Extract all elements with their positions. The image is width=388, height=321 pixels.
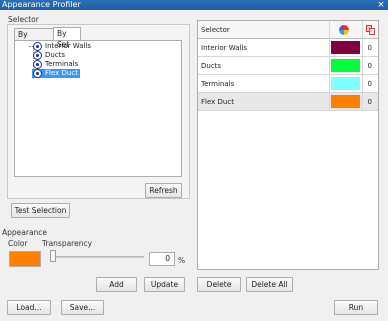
- window-title: Appearance Profiler: [2, 0, 81, 9]
- color-label: Color: [8, 239, 28, 248]
- row-color-swatch[interactable]: [331, 95, 360, 108]
- row-color-swatch[interactable]: [331, 41, 360, 54]
- tab-by-property[interactable]: By Property: [14, 28, 54, 50]
- column-divider: [362, 39, 363, 57]
- selection-set-icon: [33, 42, 42, 51]
- column-divider: [329, 57, 330, 75]
- grid-row-name: Interior Walls: [201, 44, 248, 52]
- column-divider: [362, 93, 363, 111]
- row-transparency-value: 0: [367, 80, 372, 88]
- grid-row-terminals[interactable]: Terminals 0: [198, 75, 378, 93]
- column-divider: [329, 21, 330, 39]
- selection-set-icon: [33, 69, 42, 78]
- column-divider: [362, 21, 363, 39]
- column-divider: [362, 75, 363, 93]
- transparency-input[interactable]: 0: [149, 252, 175, 266]
- save-button[interactable]: Save...: [61, 300, 104, 315]
- grid-row-name: Terminals: [201, 80, 235, 88]
- appearance-group-label: Appearance: [2, 228, 48, 237]
- test-selection-button[interactable]: Test Selection: [11, 203, 70, 218]
- row-transparency-value: 0: [367, 62, 372, 70]
- delete-button[interactable]: Delete: [197, 277, 241, 292]
- tab-by-set[interactable]: By Set: [53, 27, 81, 49]
- tree-item-terminals[interactable]: Terminals: [32, 60, 80, 69]
- delete-all-button[interactable]: Delete All: [246, 277, 293, 292]
- grid-row-interior-walls[interactable]: Interior Walls 0: [198, 39, 378, 57]
- palette-icon: [339, 25, 349, 35]
- tree-item-ducts[interactable]: Ducts: [32, 51, 67, 60]
- row-transparency-value: 0: [367, 44, 372, 52]
- grid-header-row: Selector: [198, 21, 378, 39]
- tree-item-flex-duct[interactable]: Flex Duct: [32, 69, 80, 78]
- tree-item-label: Flex Duct: [45, 69, 78, 77]
- selection-set-icon: [33, 51, 42, 60]
- selection-set-icon: [33, 60, 42, 69]
- tree-item-label: Terminals: [45, 60, 79, 68]
- window-titlebar: Appearance Profiler ×: [0, 0, 388, 10]
- tree-item-label: Ducts: [45, 51, 66, 59]
- column-divider: [329, 93, 330, 111]
- grid-row-name: Flex Duct: [201, 98, 234, 106]
- grid-header-selector: Selector: [201, 26, 230, 34]
- row-color-swatch[interactable]: [331, 77, 360, 90]
- selector-group-label: Selector: [8, 15, 39, 24]
- update-button[interactable]: Update: [144, 277, 185, 292]
- column-divider: [329, 39, 330, 57]
- refresh-button[interactable]: Refresh: [145, 183, 182, 198]
- close-icon[interactable]: ×: [376, 0, 386, 10]
- column-divider: [329, 75, 330, 93]
- transparency-label: Transparency: [42, 239, 93, 248]
- grid-row-flex-duct[interactable]: Flex Duct 0: [198, 93, 378, 111]
- row-color-swatch[interactable]: [331, 59, 360, 72]
- transparency-slider-track[interactable]: [52, 256, 144, 258]
- run-button[interactable]: Run: [334, 300, 378, 315]
- grid-row-ducts[interactable]: Ducts 0: [198, 57, 378, 75]
- load-button[interactable]: Load...: [7, 300, 51, 315]
- color-picker-button[interactable]: [9, 251, 41, 267]
- appearance-grid[interactable]: Selector Interior Walls 0 Ducts 0 Termin…: [197, 20, 379, 270]
- transparency-slider-thumb[interactable]: [50, 250, 56, 262]
- percent-unit-label: %: [178, 256, 186, 265]
- row-transparency-value: 0: [367, 98, 372, 106]
- transparency-icon: [366, 25, 376, 35]
- selection-set-tree[interactable]: Interior Walls Ducts Terminals Flex Duct: [14, 40, 182, 177]
- column-divider: [362, 57, 363, 75]
- grid-row-name: Ducts: [201, 62, 222, 70]
- add-button[interactable]: Add: [96, 277, 137, 292]
